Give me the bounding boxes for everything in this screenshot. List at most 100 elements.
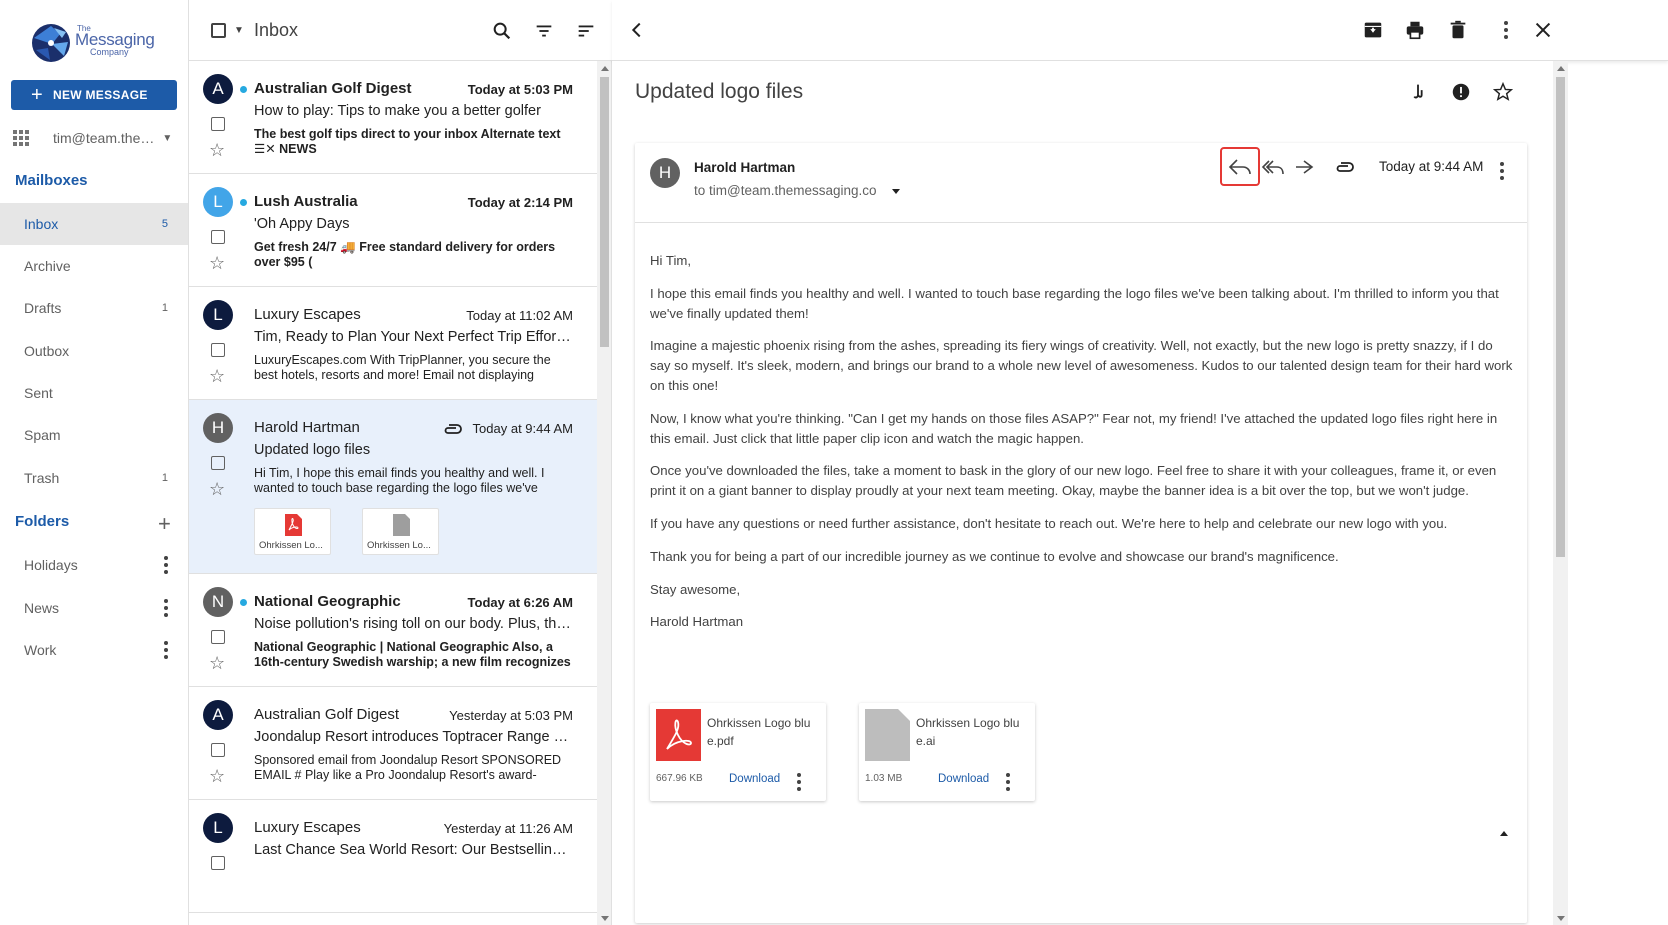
mailbox-archive[interactable]: Archive xyxy=(0,245,188,287)
folder-label: Holidays xyxy=(24,557,78,573)
reply-icon[interactable] xyxy=(1227,156,1253,178)
message-sender: Harold Hartman xyxy=(254,419,360,436)
more-vert-icon[interactable] xyxy=(164,641,168,659)
print-icon[interactable] xyxy=(1404,19,1426,41)
mailbox-spam[interactable]: Spam xyxy=(0,414,188,456)
star-icon[interactable]: ☆ xyxy=(209,254,225,272)
sidebar: The Messaging Company + NEW MESSAGE tim@… xyxy=(0,0,189,925)
star-icon[interactable]: ☆ xyxy=(209,367,225,385)
delete-icon[interactable] xyxy=(1447,19,1469,41)
message-row[interactable]: L Lush Australia Today at 2:14 PM 'Oh Ap… xyxy=(189,174,597,287)
more-vert-icon[interactable] xyxy=(164,556,168,574)
unread-count: 1 xyxy=(161,472,168,484)
attachment-chip[interactable]: Ohrkissen Lo... xyxy=(254,508,331,555)
select-all-checkbox[interactable] xyxy=(211,23,226,38)
touch-icon[interactable] xyxy=(1407,81,1429,103)
avatar: H xyxy=(650,158,680,188)
company-logo[interactable]: The Messaging Company xyxy=(30,16,170,64)
new-message-button[interactable]: + NEW MESSAGE xyxy=(11,80,177,110)
more-vert-icon[interactable] xyxy=(797,773,801,791)
attachment-chip[interactable]: Ohrkissen Lo... xyxy=(362,508,439,555)
message-subject: Joondalup Resort introduces Toptracer Ra… xyxy=(254,729,572,745)
scroll-up-icon[interactable] xyxy=(601,66,609,71)
filter-icon[interactable] xyxy=(533,20,555,42)
row-checkbox[interactable] xyxy=(211,856,225,870)
attachment-icon[interactable] xyxy=(1332,156,1358,178)
scroll-down-icon[interactable] xyxy=(601,916,609,921)
chevron-down-icon[interactable]: ▼ xyxy=(234,25,244,36)
message-preview: National Geographic | National Geographi… xyxy=(254,640,571,669)
folder-work[interactable]: Work xyxy=(0,629,188,671)
row-checkbox[interactable] xyxy=(211,343,225,357)
search-icon[interactable] xyxy=(491,20,513,42)
forward-icon[interactable] xyxy=(1291,156,1317,178)
star-icon[interactable]: ☆ xyxy=(209,767,225,785)
unread-count: 1 xyxy=(161,302,168,314)
message-row[interactable]: A Australian Golf Digest Yesterday at 5:… xyxy=(189,687,597,800)
archive-icon[interactable] xyxy=(1362,19,1384,41)
attachment-name: Ohrkissen Logo blue.ai xyxy=(916,716,1020,748)
avatar: A xyxy=(203,700,233,730)
more-vert-icon[interactable] xyxy=(1006,773,1010,791)
message-row[interactable]: N National Geographic Today at 6:26 AM N… xyxy=(189,574,597,687)
star-icon[interactable]: ☆ xyxy=(209,141,225,159)
star-icon[interactable] xyxy=(1492,81,1514,103)
attachment-chip-name: Ohrkissen Lo... xyxy=(259,540,323,551)
attachment-card[interactable]: Ohrkissen Logo blue.ai 1.03 MB Download xyxy=(859,703,1035,801)
avatar: N xyxy=(203,587,233,617)
collapse-icon[interactable] xyxy=(1500,831,1508,836)
row-checkbox[interactable] xyxy=(211,630,225,644)
mailbox-drafts[interactable]: Drafts 1 xyxy=(0,287,188,329)
body-paragraph: Imagine a majestic phoenix rising from t… xyxy=(650,338,1513,393)
row-checkbox[interactable] xyxy=(211,456,225,470)
attachment-name: Ohrkissen Logo blue.pdf xyxy=(707,716,811,748)
mailbox-sent[interactable]: Sent xyxy=(0,372,188,414)
folder-news[interactable]: News xyxy=(0,587,188,629)
more-vert-icon[interactable] xyxy=(164,599,168,617)
message-list: A Australian Golf Digest Today at 5:03 P… xyxy=(189,61,597,925)
message-sender: Luxury Escapes xyxy=(254,306,361,323)
sort-icon[interactable] xyxy=(575,20,597,42)
scroll-down-icon[interactable] xyxy=(1557,916,1565,921)
more-vert-icon[interactable] xyxy=(1495,19,1517,41)
file-icon xyxy=(393,514,410,536)
row-checkbox[interactable] xyxy=(211,230,225,244)
plus-icon: + xyxy=(31,83,43,106)
list-scrollbar[interactable] xyxy=(597,61,612,925)
more-vert-icon[interactable] xyxy=(1500,162,1504,180)
avatar: L xyxy=(203,813,233,843)
reader-scrollbar[interactable] xyxy=(1553,61,1568,925)
download-link[interactable]: Download xyxy=(938,773,989,785)
row-checkbox[interactable] xyxy=(211,117,225,131)
body-paragraph: Once you've downloaded the files, take a… xyxy=(650,463,1497,499)
scrollbar-thumb[interactable] xyxy=(1556,77,1565,557)
reply-all-icon[interactable] xyxy=(1260,156,1286,178)
message-row-selected[interactable]: H Harold Hartman Today at 9:44 AM Update… xyxy=(189,400,597,574)
body-paragraph: Thank you for being a part of our incred… xyxy=(650,548,1339,564)
chevron-down-icon[interactable] xyxy=(892,189,900,194)
mailbox-inbox[interactable]: Inbox 5 xyxy=(0,203,188,245)
add-folder-icon[interactable]: + xyxy=(158,511,171,537)
row-checkbox[interactable] xyxy=(211,743,225,757)
message-time: Yesterday at 11:26 AM xyxy=(443,821,573,836)
mailbox-outbox[interactable]: Outbox xyxy=(0,330,188,372)
message-row[interactable]: L Luxury Escapes Yesterday at 11:26 AM L… xyxy=(189,800,597,913)
attachment-card[interactable]: Ohrkissen Logo blue.pdf 667.96 KB Downlo… xyxy=(650,703,826,801)
message-row[interactable]: A Australian Golf Digest Today at 5:03 P… xyxy=(189,61,597,174)
scrollbar-thumb[interactable] xyxy=(600,77,609,347)
mailbox-trash[interactable]: Trash 1 xyxy=(0,457,188,499)
message-row[interactable]: L Luxury Escapes Today at 11:02 AM Tim, … xyxy=(189,287,597,400)
account-switcher[interactable]: tim@team.the… ▼ xyxy=(13,128,179,148)
report-spam-icon[interactable] xyxy=(1450,81,1472,103)
sender-name: Harold Hartman xyxy=(694,160,796,175)
star-icon[interactable]: ☆ xyxy=(209,480,225,498)
back-icon[interactable] xyxy=(626,19,648,41)
download-link[interactable]: Download xyxy=(729,773,780,785)
message-sender: Lush Australia xyxy=(254,193,358,210)
star-icon[interactable]: ☆ xyxy=(209,654,225,672)
folder-label: Work xyxy=(24,642,57,658)
logo-globe-icon xyxy=(32,24,70,62)
scroll-up-icon[interactable] xyxy=(1557,66,1565,71)
folder-holidays[interactable]: Holidays xyxy=(0,544,188,586)
close-icon[interactable] xyxy=(1532,19,1554,41)
